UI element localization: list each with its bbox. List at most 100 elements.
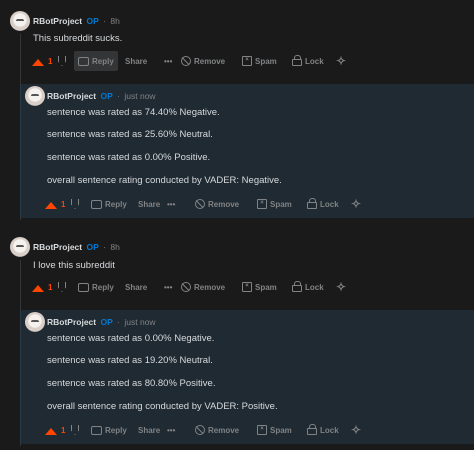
username[interactable]: RBotProject	[47, 317, 96, 327]
separator: ·	[117, 91, 120, 101]
padlock-icon	[307, 424, 317, 435]
reply-button[interactable]: Reply	[78, 277, 114, 297]
avatar[interactable]	[25, 86, 45, 106]
reply-button[interactable]: Reply	[91, 194, 127, 214]
upvote-arrow-icon	[45, 201, 57, 209]
timestamp[interactable]: 8h	[110, 16, 119, 26]
spam-button[interactable]: × Spam	[242, 51, 277, 71]
lock-label: Lock	[320, 199, 339, 209]
username[interactable]: RBotProject	[33, 242, 82, 252]
vote-count: 1	[61, 425, 66, 435]
upvote-button[interactable]	[32, 277, 44, 297]
comment-actions: 1 Reply Share ••• Remove × Spam Lock ✧	[43, 194, 463, 214]
share-button[interactable]: Share	[135, 194, 160, 214]
share-button[interactable]: Share	[122, 277, 147, 297]
downvote-arrow-icon	[71, 425, 79, 435]
share-label: Share	[125, 282, 148, 292]
timestamp[interactable]: 8h	[110, 242, 119, 252]
remove-button[interactable]: Remove	[181, 51, 225, 71]
downvote-button[interactable]	[71, 194, 79, 214]
spam-label: Spam	[270, 199, 292, 209]
spam-button[interactable]: × Spam	[257, 420, 292, 440]
mod-actions-button[interactable]: ✧	[351, 194, 361, 214]
reply-line-4: overall sentence rating conducted by VAD…	[47, 175, 282, 186]
spam-box-icon: ×	[257, 425, 267, 435]
mod-actions-button[interactable]: ✧	[336, 277, 346, 297]
mod-shield-icon: ✧	[351, 197, 362, 211]
comment-actions: 1 Reply Share ••• Remove × Spam Lock ✧	[30, 51, 470, 71]
speech-bubble-icon	[91, 199, 102, 209]
spam-button[interactable]: × Spam	[257, 194, 292, 214]
remove-button[interactable]: Remove	[195, 194, 239, 214]
no-entry-icon	[195, 199, 205, 209]
op-badge: OP	[100, 317, 113, 327]
no-entry-icon	[181, 56, 191, 66]
share-button[interactable]: Share	[122, 51, 147, 71]
lock-label: Lock	[305, 282, 324, 292]
timestamp[interactable]: just now	[124, 91, 155, 101]
reply-line-1: sentence was rated as 74.40% Negative.	[47, 107, 220, 118]
spam-button[interactable]: × Spam	[242, 277, 277, 297]
remove-label: Remove	[208, 199, 240, 209]
downvote-button[interactable]	[71, 420, 79, 440]
share-label: Share	[138, 425, 161, 435]
more-options-button[interactable]: •••	[167, 194, 175, 214]
padlock-icon	[292, 55, 302, 66]
remove-label: Remove	[194, 282, 226, 292]
comment-meta: RBotProject OP · just now	[47, 317, 156, 327]
more-options-button[interactable]: •••	[164, 51, 172, 71]
avatar[interactable]	[25, 312, 45, 332]
spam-box-icon: ×	[242, 56, 252, 66]
spam-label: Spam	[255, 56, 277, 66]
username[interactable]: RBotProject	[33, 16, 82, 26]
reply-comment: RBotProject OP · just now sentence was r…	[20, 310, 474, 444]
mod-actions-button[interactable]: ✧	[351, 420, 361, 440]
lock-button[interactable]: Lock	[292, 51, 324, 71]
comment-meta: RBotProject OP · 8h	[33, 242, 120, 252]
timestamp[interactable]: just now	[124, 317, 155, 327]
mod-actions-button[interactable]: ✧	[336, 51, 346, 71]
reply-line-3: sentence was rated as 0.00% Positive.	[47, 152, 211, 163]
avatar[interactable]	[10, 11, 30, 31]
more-options-icon: •••	[167, 199, 176, 209]
separator: ·	[103, 16, 106, 26]
upvote-button[interactable]	[32, 51, 44, 71]
mod-shield-icon: ✧	[336, 280, 347, 294]
reply-button[interactable]: Reply	[74, 51, 118, 71]
op-badge: OP	[86, 242, 99, 252]
spam-label: Spam	[270, 425, 292, 435]
mod-shield-icon: ✧	[351, 423, 362, 437]
lock-button[interactable]: Lock	[307, 420, 339, 440]
reply-label: Reply	[105, 199, 127, 209]
padlock-icon	[307, 198, 317, 209]
share-button[interactable]: Share	[135, 420, 160, 440]
comment-meta: RBotProject OP · just now	[47, 91, 156, 101]
reply-line-2: sentence was rated as 19.20% Neutral.	[47, 355, 213, 366]
remove-button[interactable]: Remove	[195, 420, 239, 440]
more-options-button[interactable]: •••	[164, 277, 172, 297]
vote-count: 1	[61, 199, 66, 209]
no-entry-icon	[195, 425, 205, 435]
upvote-arrow-icon	[32, 284, 44, 292]
more-options-button[interactable]: •••	[167, 420, 175, 440]
reply-button[interactable]: Reply	[91, 420, 127, 440]
vote-count: 1	[48, 282, 53, 292]
reply-line-2: sentence was rated as 25.60% Neutral.	[47, 129, 213, 140]
avatar[interactable]	[10, 237, 30, 257]
upvote-button[interactable]	[45, 420, 57, 440]
reply-line-1: sentence was rated as 0.00% Negative.	[47, 333, 215, 344]
reply-label: Reply	[92, 56, 114, 66]
downvote-button[interactable]	[58, 51, 66, 71]
lock-button[interactable]: Lock	[292, 277, 324, 297]
vote-count: 1	[48, 56, 53, 66]
more-options-icon: •••	[164, 282, 173, 292]
no-entry-icon	[181, 282, 191, 292]
lock-button[interactable]: Lock	[307, 194, 339, 214]
remove-button[interactable]: Remove	[181, 277, 225, 297]
reply-label: Reply	[92, 282, 114, 292]
username[interactable]: RBotProject	[47, 91, 96, 101]
reply-label: Reply	[105, 425, 127, 435]
upvote-button[interactable]	[45, 194, 57, 214]
downvote-button[interactable]	[58, 277, 66, 297]
speech-bubble-icon	[78, 282, 89, 292]
